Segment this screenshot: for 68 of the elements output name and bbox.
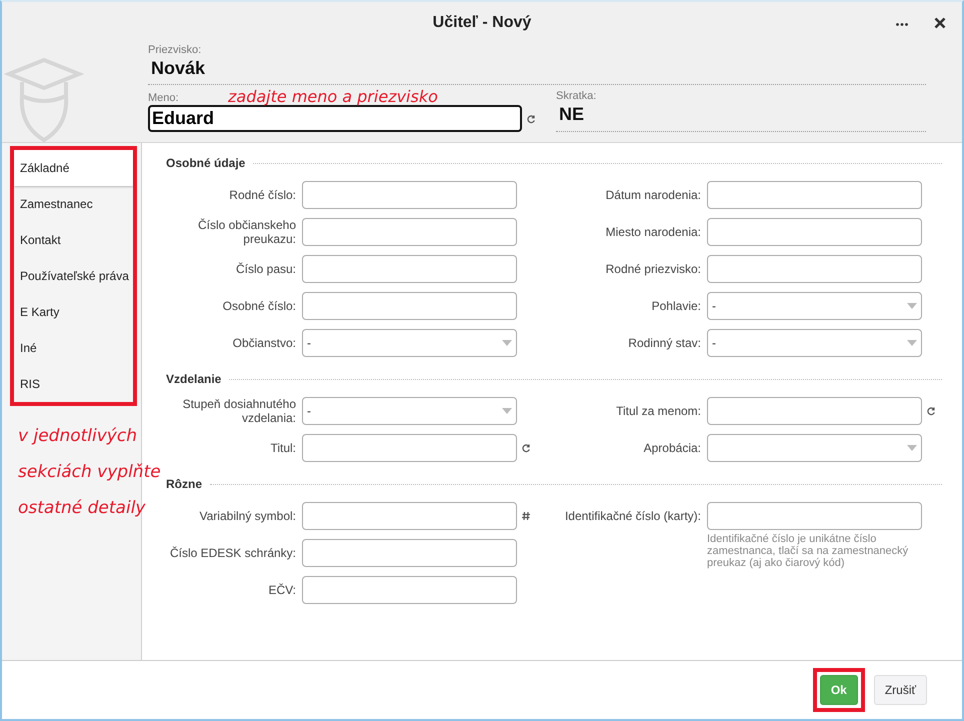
dropdown[interactable]: - [707, 292, 922, 320]
field-label: Číslo občianskeho preukazu: [196, 218, 297, 246]
field-label: Variabilný symbol: [198, 508, 297, 525]
text-input[interactable] [302, 434, 517, 462]
caret-icon [502, 408, 512, 414]
field-label: Číslo EDESK schránky: [168, 545, 297, 562]
text-input[interactable] [302, 255, 517, 283]
hint-text: Identifikačné číslo je unikátne číslo zamestnanca, tlačí sa na zamestnanecký preukaz (aj ako čiarový kód) [707, 533, 910, 569]
cancel-button[interactable]: Zrušiť [874, 675, 927, 705]
text-input[interactable] [707, 218, 922, 246]
first-name-field[interactable]: Eduard [148, 105, 522, 132]
field-label: Osobné číslo: [222, 298, 297, 315]
field-label: Titul za menom: [615, 403, 702, 420]
field-label: Skratka: [556, 90, 598, 102]
refresh-icon[interactable] [526, 114, 536, 124]
dropdown[interactable]: - [302, 329, 517, 357]
field-label: Meno: [148, 92, 179, 104]
more-icon[interactable] [896, 23, 908, 26]
sidebar-tab[interactable]: Základné [14, 150, 133, 186]
handwritten-annotation: zadajte meno a priezvisko [228, 87, 438, 106]
handwritten-annotation: v jednotlivých sekciách vyplňte ostatné detaily [18, 425, 162, 520]
sidebar-tab[interactable]: E Karty [14, 294, 133, 330]
field-label: EČV: [267, 582, 297, 599]
sidebar-tab[interactable]: RIS [14, 366, 133, 402]
field-label: Aprobácia: [642, 440, 702, 457]
caret-icon [502, 340, 512, 346]
text-input[interactable] [707, 255, 922, 283]
field-label: Rodné priezvisko: [604, 261, 702, 278]
field-label: Občianstvo: [232, 335, 297, 352]
text-input[interactable] [302, 292, 517, 320]
text-input[interactable] [707, 397, 922, 425]
close-icon[interactable] [934, 17, 946, 29]
section-title: Vzdelanie [166, 372, 222, 386]
field-label: Pohlavie: [650, 298, 702, 315]
caret-icon [907, 445, 917, 451]
field-label: Číslo pasu: [234, 261, 297, 278]
text-input[interactable] [302, 539, 517, 567]
sidebar-tab[interactable]: Zamestnanec [14, 186, 133, 222]
section-title: Osobné údaje [166, 156, 246, 170]
text-input[interactable] [707, 181, 922, 209]
hash-icon[interactable] [521, 511, 531, 521]
field-label: Stupeň dosiahnutého vzdelania: [182, 397, 297, 425]
dropdown[interactable]: - [707, 329, 922, 357]
dropdown[interactable] [707, 434, 922, 462]
sidebar-tab[interactable]: Používateľské práva [14, 258, 133, 294]
text-input[interactable] [707, 502, 922, 530]
field-label: Identifikačné číslo (karty): [564, 508, 702, 525]
surname-value: Novák [150, 57, 206, 80]
caret-icon [907, 303, 917, 309]
field-label: Dátum narodenia: [604, 187, 702, 204]
text-input[interactable] [302, 502, 517, 530]
section-title: Rôzne [166, 477, 202, 491]
refresh-icon[interactable] [521, 443, 531, 453]
text-input[interactable] [302, 181, 517, 209]
field-label: Priezvisko: [148, 44, 202, 56]
abbreviation-value: NE [558, 103, 586, 126]
field-label: Rodné číslo: [228, 187, 297, 204]
refresh-icon[interactable] [926, 406, 936, 416]
field-label: Miesto narodenia: [604, 224, 702, 241]
field-label: Rodinný stav: [627, 335, 702, 352]
sidebar-tab[interactable]: Kontakt [14, 222, 133, 258]
text-input[interactable] [302, 218, 517, 246]
dropdown[interactable]: - [302, 397, 517, 425]
window-title: Učiteľ - Nový [432, 14, 532, 32]
sidebar-tab[interactable]: Iné [14, 330, 133, 366]
field-label: Titul: [269, 440, 297, 457]
text-input[interactable] [302, 576, 517, 604]
caret-icon [907, 340, 917, 346]
